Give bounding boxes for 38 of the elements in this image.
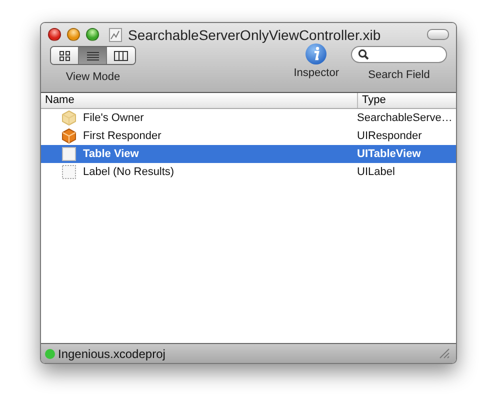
- table-row[interactable]: File's Owner SearchableServe…: [41, 109, 456, 127]
- inspector-button[interactable]: Inspector: [294, 43, 339, 92]
- resize-grip-icon: [439, 348, 450, 359]
- grid-icon: [58, 50, 70, 60]
- column-header[interactable]: Name: [41, 93, 358, 108]
- view-mode-button[interactable]: [51, 47, 79, 64]
- label-icon: [61, 164, 77, 180]
- close-button[interactable]: [48, 28, 61, 41]
- view-icon: [61, 146, 77, 162]
- item-name: File's Owner: [83, 112, 144, 124]
- item-name: Label (No Results): [83, 166, 174, 178]
- item-name: Table View: [83, 148, 139, 160]
- item-name: First Responder: [83, 130, 162, 142]
- item-type: SearchableServe…: [357, 112, 452, 124]
- cube-icon: [61, 128, 77, 144]
- item-type: UILabel: [357, 166, 395, 178]
- column-header[interactable]: Type: [358, 93, 386, 108]
- document-icon: [109, 28, 122, 42]
- list-icon: [86, 50, 98, 60]
- cube-icon: [61, 110, 77, 126]
- zoom-button[interactable]: [86, 28, 99, 41]
- window-title: SearchableServerOnlyViewController.xib: [128, 26, 382, 42]
- table-row[interactable]: Label (No Results) UILabel: [41, 163, 456, 181]
- columns-icon: [114, 50, 128, 60]
- view-mode-button[interactable]: [107, 47, 135, 64]
- view-mode-label: View Mode: [66, 71, 120, 83]
- search-field[interactable]: [351, 46, 447, 63]
- view-mode-segmented-control[interactable]: [50, 46, 136, 65]
- project-name: Ingenious.xcodeproj: [58, 346, 166, 360]
- search-icon: [358, 49, 369, 60]
- item-type: UIResponder: [357, 130, 422, 142]
- table-row[interactable]: First Responder UIResponder: [41, 127, 456, 145]
- table-row[interactable]: Table View UITableView: [41, 145, 456, 163]
- toolbar-toggle-button[interactable]: [427, 29, 449, 40]
- minimize-button[interactable]: [67, 28, 80, 41]
- info-icon: [305, 43, 328, 65]
- item-type: UITableView: [357, 148, 421, 160]
- search-field-label: Search Field: [368, 69, 430, 81]
